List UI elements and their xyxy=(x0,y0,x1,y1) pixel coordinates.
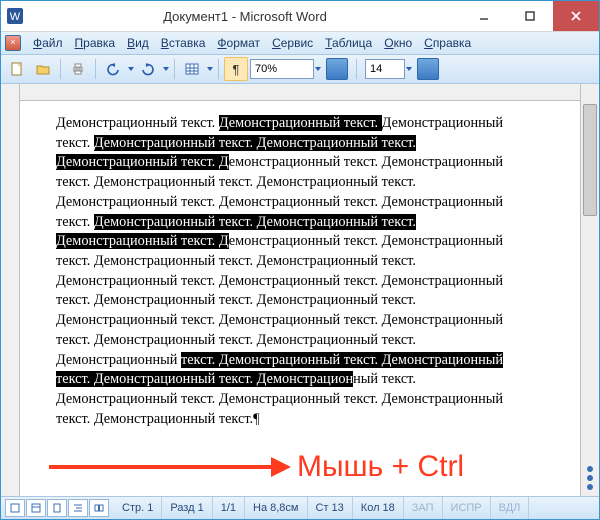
zoom-combo[interactable]: 70% xyxy=(250,59,321,79)
document-body[interactable]: Демонстрационный текст. Демонстрационный… xyxy=(56,114,550,486)
undo-button[interactable] xyxy=(101,57,125,81)
minimize-button[interactable] xyxy=(461,1,507,31)
zoom-value[interactable]: 70% xyxy=(250,59,314,79)
view-outline-button[interactable] xyxy=(68,499,88,517)
svg-text:¶: ¶ xyxy=(233,62,240,76)
menu-окно[interactable]: Окно xyxy=(378,36,418,50)
status-rec: ЗАП xyxy=(404,497,443,519)
scrollbar-thumb[interactable] xyxy=(583,104,597,216)
status-trk: ИСПР xyxy=(443,497,491,519)
zoom-dropdown[interactable] xyxy=(314,66,321,72)
menu-вставка[interactable]: Вставка xyxy=(155,36,212,50)
menu-таблица[interactable]: Таблица xyxy=(319,36,378,50)
status-page: Стр. 1 xyxy=(114,497,162,519)
vertical-scrollbar[interactable] xyxy=(580,84,599,496)
open-button[interactable] xyxy=(31,57,55,81)
view-print-button[interactable] xyxy=(47,499,67,517)
fontsize-combo[interactable]: 14 xyxy=(365,59,412,79)
maximize-button[interactable] xyxy=(507,1,553,31)
new-doc-button[interactable] xyxy=(5,57,29,81)
titlebar: W Документ1 - Microsoft Word xyxy=(1,1,599,32)
doc-close-icon[interactable]: × xyxy=(5,35,21,51)
status-col: Кол 18 xyxy=(353,497,404,519)
browse-object-buttons[interactable] xyxy=(581,466,599,490)
statusbar: Стр. 1 Разд 1 1/1 На 8,8см Ст 13 Кол 18 … xyxy=(1,496,599,519)
status-section: Разд 1 xyxy=(162,497,212,519)
svg-text:W: W xyxy=(10,11,21,23)
app-icon: W xyxy=(7,8,23,24)
status-pages: 1/1 xyxy=(213,497,245,519)
toolbar: ¶ 70% 14 xyxy=(1,55,599,84)
view-normal-button[interactable] xyxy=(5,499,25,517)
window-title: Документ1 - Microsoft Word xyxy=(29,9,461,24)
pilcrow-button[interactable]: ¶ xyxy=(224,57,248,81)
print-button[interactable] xyxy=(66,57,90,81)
horizontal-ruler xyxy=(20,84,580,101)
toolbar-overflow-1[interactable] xyxy=(326,58,348,80)
status-line: Ст 13 xyxy=(308,497,353,519)
redo-dropdown[interactable] xyxy=(162,66,169,72)
fontsize-value[interactable]: 14 xyxy=(365,59,405,79)
toolbar-overflow-2[interactable] xyxy=(417,58,439,80)
menu-правка[interactable]: Правка xyxy=(69,36,122,50)
menu-вид[interactable]: Вид xyxy=(121,36,155,50)
undo-dropdown[interactable] xyxy=(127,66,134,72)
menubar: × ФайлПравкаВидВставкаФорматСервисТаблиц… xyxy=(1,32,599,55)
status-ext: ВДЛ xyxy=(491,497,530,519)
redo-button[interactable] xyxy=(136,57,160,81)
fontsize-dropdown[interactable] xyxy=(405,66,412,72)
view-reading-button[interactable] xyxy=(89,499,109,517)
close-button[interactable] xyxy=(553,1,599,31)
table-button[interactable] xyxy=(180,57,204,81)
vertical-ruler xyxy=(1,84,20,496)
status-at: На 8,8см xyxy=(245,497,307,519)
menu-сервис[interactable]: Сервис xyxy=(266,36,319,50)
menu-справка[interactable]: Справка xyxy=(418,36,477,50)
menu-формат[interactable]: Формат xyxy=(211,36,266,50)
table-dropdown[interactable] xyxy=(206,66,213,72)
menu-файл[interactable]: Файл xyxy=(27,36,69,50)
view-web-button[interactable] xyxy=(26,499,46,517)
